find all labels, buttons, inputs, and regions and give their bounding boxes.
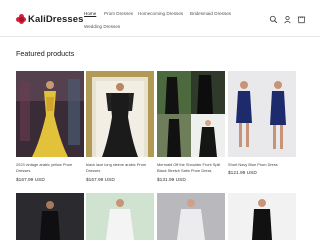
product-price: $167.99 USD [86, 178, 115, 183]
header-divider [0, 36, 320, 37]
nav-item-home[interactable]: Home [84, 11, 96, 16]
product-image[interactable] [86, 193, 154, 240]
product-image[interactable] [157, 71, 225, 157]
site-header: KaliDresses Home Prom Dresses Homecoming… [0, 0, 320, 40]
product-image[interactable] [228, 193, 296, 240]
product-image[interactable] [86, 71, 154, 157]
search-icon[interactable] [269, 15, 278, 24]
product-title[interactable]: black lace long sleeve arabic Prom Dress… [86, 162, 154, 173]
product-image[interactable] [228, 71, 296, 157]
product-image[interactable] [157, 193, 225, 240]
nav-item-homecoming-dresses[interactable]: Homecoming Dresses [138, 11, 183, 16]
brand-name: KaliDresses [28, 13, 84, 25]
section-title: Featured products [16, 49, 75, 58]
brand-logo[interactable]: KaliDresses [16, 12, 84, 26]
account-icon[interactable] [283, 15, 292, 24]
product-title[interactable]: 2023 vintage arabic yellow Prom Dresses [16, 162, 84, 173]
nav-item-bridesmaid-dresses[interactable]: Bridesmaid Dresses [190, 11, 231, 16]
product-image[interactable] [16, 193, 84, 240]
nav-item-wedding-dresses[interactable]: Wedding Dresses [84, 24, 120, 29]
cart-icon[interactable] [297, 15, 306, 24]
product-price: $121.99 USD [228, 171, 257, 176]
product-price: $167.99 USD [16, 178, 45, 183]
product-image[interactable] [16, 71, 84, 157]
product-price: $131.99 USD [157, 178, 186, 183]
product-title[interactable]: Mermaid Off the Shoulder Front Split Bla… [157, 162, 225, 173]
flower-logo-icon [16, 14, 26, 24]
product-title[interactable]: Short Navy Blue Prom Dress [228, 162, 296, 168]
nav-item-prom-dresses[interactable]: Prom Dresses [104, 11, 133, 16]
